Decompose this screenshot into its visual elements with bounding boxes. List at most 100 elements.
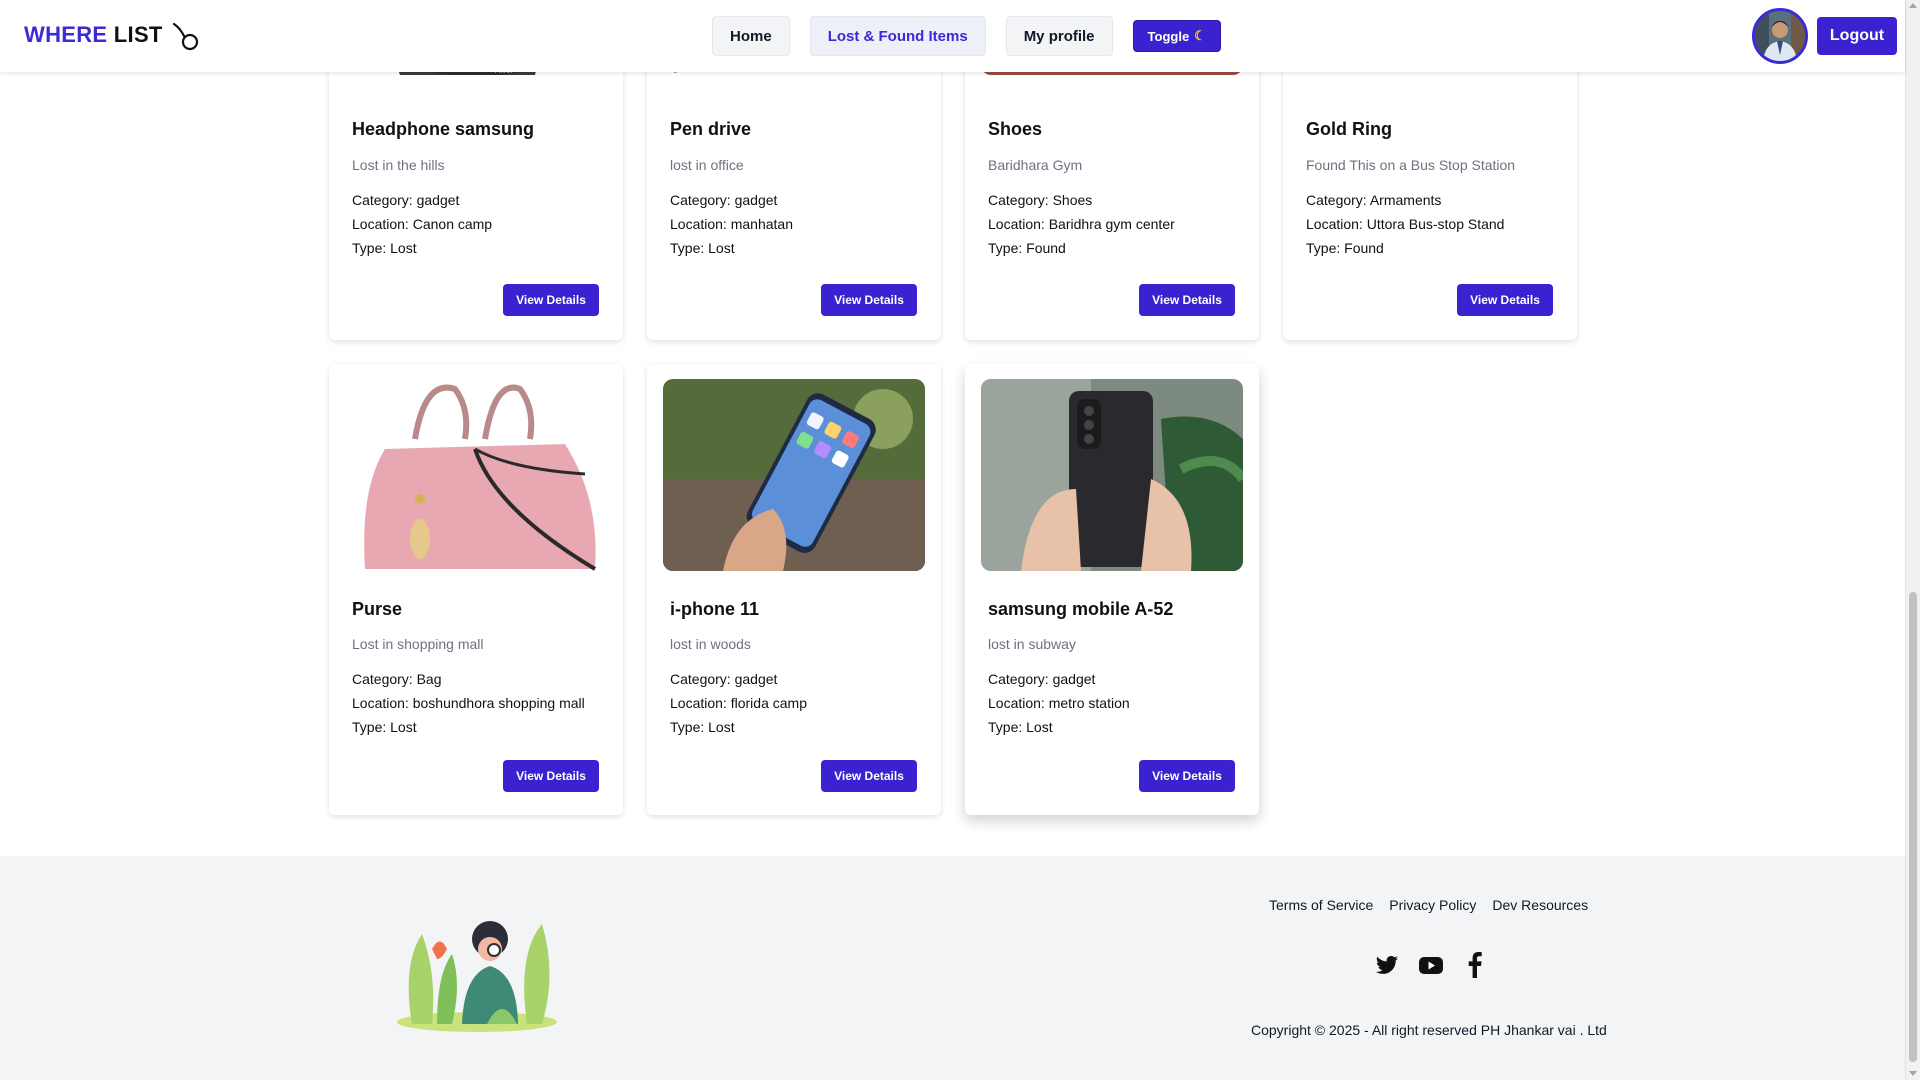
brand-logo[interactable]: WHERE LIST	[24, 22, 163, 48]
category-value: gadget	[734, 671, 778, 687]
item-location: Location: florida camp	[670, 691, 807, 715]
item-type: Type: Lost	[352, 236, 417, 260]
item-card: i-phone 11 lost in woods Category: gadge…	[647, 364, 941, 815]
item-title: Pen drive	[670, 119, 752, 139]
location-value: metro station	[1048, 695, 1130, 711]
item-description: Lost in the hills	[352, 157, 445, 173]
item-category: Category: Bag	[352, 667, 442, 691]
view-details-button[interactable]: View Details	[821, 284, 917, 316]
item-description: Lost in shopping mall	[352, 636, 484, 652]
item-location: Location: metro station	[988, 691, 1130, 715]
toggle-label: Toggle	[1147, 28, 1190, 44]
nav-my-profile[interactable]: My profile	[1005, 16, 1113, 56]
copyright-text: Copyright © 2025 - All right reserved PH…	[1251, 1022, 1607, 1038]
type-label: Type:	[670, 719, 709, 735]
view-details-button[interactable]: View Details	[1457, 284, 1553, 316]
footer-links: Terms of Service Privacy Policy Dev Reso…	[1269, 897, 1588, 913]
view-details-button[interactable]: View Details	[503, 760, 599, 792]
item-image-purse	[345, 379, 607, 571]
category-label: Category:	[670, 192, 735, 208]
item-image-samsung-phone	[981, 379, 1243, 571]
item-title: i-phone 11	[670, 599, 760, 619]
scroll-down-arrow-icon[interactable]	[1909, 1071, 1917, 1076]
item-description: Found This on a Bus Stop Station	[1306, 157, 1516, 173]
item-location: Location: Baridhra gym center	[988, 212, 1175, 236]
view-details-button[interactable]: View Details	[503, 284, 599, 316]
link-rings-icon	[172, 22, 199, 51]
facebook-icon[interactable]	[1462, 952, 1488, 978]
item-title: Shoes	[988, 119, 1043, 139]
type-label: Type:	[352, 719, 391, 735]
view-details-button[interactable]: View Details	[821, 760, 917, 792]
category-value: gadget	[734, 192, 778, 208]
view-details-button[interactable]: View Details	[1139, 284, 1235, 316]
item-category: Category: Armaments	[1306, 188, 1441, 212]
location-label: Location:	[988, 216, 1049, 232]
vertical-scrollbar[interactable]	[1905, 0, 1920, 1080]
item-description: Baridhara Gym	[988, 157, 1083, 173]
item-title: Headphone samsung	[352, 119, 535, 139]
category-value: Shoes	[1052, 192, 1093, 208]
theme-toggle-button[interactable]: Toggle ☾	[1132, 20, 1221, 52]
item-description: lost in office	[670, 157, 744, 173]
location-label: Location:	[670, 216, 731, 232]
item-category: Category: gadget	[670, 188, 777, 212]
item-type: Type: Found	[988, 236, 1066, 260]
navbar: WHERE LIST Home Lost & Found Items My pr…	[0, 0, 1905, 72]
avatar[interactable]	[1752, 8, 1808, 64]
logout-button[interactable]: Logout	[1817, 17, 1897, 55]
type-label: Type:	[352, 240, 391, 256]
category-label: Category:	[1306, 192, 1370, 208]
category-label: Category:	[988, 671, 1053, 687]
item-category: Category: Shoes	[988, 188, 1092, 212]
brand-part2: LIST	[107, 22, 163, 47]
type-value: Lost	[390, 719, 417, 735]
type-value: Found	[1344, 240, 1384, 256]
location-label: Location:	[1306, 216, 1367, 232]
category-value: Armaments	[1369, 192, 1442, 208]
location-value: Baridhra gym center	[1048, 216, 1175, 232]
moon-icon: ☾	[1194, 28, 1206, 43]
item-card: Purse Lost in shopping mall Category: Ba…	[329, 364, 623, 815]
item-location: Location: Canon camp	[352, 212, 492, 236]
type-value: Found	[1026, 240, 1066, 256]
youtube-icon[interactable]	[1418, 952, 1444, 978]
scrollbar-thumb[interactable]	[1909, 592, 1917, 1062]
privacy-link[interactable]: Privacy Policy	[1389, 897, 1476, 913]
type-value: Lost	[390, 240, 417, 256]
item-type: Type: Lost	[670, 236, 735, 260]
item-location: Location: manhatan	[670, 212, 793, 236]
location-label: Location:	[352, 695, 413, 711]
type-label: Type:	[670, 240, 709, 256]
nav-home[interactable]: Home	[712, 16, 790, 56]
item-category: Category: gadget	[988, 667, 1095, 691]
item-type: Type: Lost	[352, 715, 417, 739]
item-title: samsung mobile A-52	[988, 599, 1174, 619]
item-image-iphone	[663, 379, 925, 571]
item-description: lost in subway	[988, 636, 1076, 652]
footer-illustration	[397, 921, 557, 1032]
nav-lost-found-items[interactable]: Lost & Found Items	[809, 16, 986, 56]
item-location: Location: boshundhora shopping mall	[352, 691, 585, 715]
location-value: Uttora Bus-stop Stand	[1366, 216, 1505, 232]
dev-resources-link[interactable]: Dev Resources	[1492, 897, 1588, 913]
twitter-icon[interactable]	[1374, 952, 1400, 978]
item-category: Category: gadget	[670, 667, 777, 691]
item-category: Category: gadget	[352, 188, 459, 212]
brand-part1: WHERE	[24, 22, 108, 47]
location-value: manhatan	[730, 216, 793, 232]
item-type: Type: Lost	[988, 715, 1053, 739]
item-location: Location: Uttora Bus-stop Stand	[1306, 212, 1504, 236]
item-title: Gold Ring	[1306, 119, 1392, 139]
item-type: Type: Found	[1306, 236, 1384, 260]
terms-link[interactable]: Terms of Service	[1269, 897, 1373, 913]
category-value: gadget	[1052, 671, 1096, 687]
location-value: boshundhora shopping mall	[412, 695, 585, 711]
view-details-button[interactable]: View Details	[1139, 760, 1235, 792]
category-value: Bag	[416, 671, 442, 687]
page: WHERE LIST Home Lost & Found Items My pr…	[0, 0, 1920, 1080]
scroll-up-arrow-icon[interactable]	[1909, 3, 1917, 8]
social-links	[1374, 952, 1488, 978]
type-value: Lost	[1026, 719, 1053, 735]
item-title: Purse	[352, 599, 403, 619]
